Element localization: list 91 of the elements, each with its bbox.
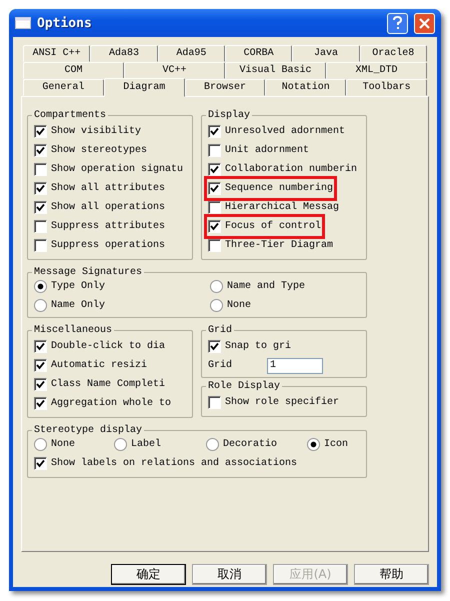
radio-label: None [227, 300, 252, 311]
checkbox-label: Show all operations [51, 202, 166, 213]
radio-label: None [51, 439, 76, 450]
checkbox-label: Automatic resizi [51, 360, 148, 371]
group-title: Stereotype display [33, 425, 144, 436]
group-title: Miscellaneous [33, 325, 114, 336]
checkbox-label: Double-click to dia [51, 341, 166, 352]
help-icon [392, 16, 403, 30]
close-icon [419, 18, 430, 28]
checkbox[interactable] [208, 182, 221, 195]
tab[interactable]: Oracle8 [360, 45, 427, 62]
checkbox-label: Sequence numbering [225, 183, 334, 194]
checkbox[interactable] [34, 163, 47, 176]
checkbox[interactable] [34, 144, 47, 157]
checkbox-label: Show operation signatu [51, 164, 184, 175]
checkbox-label: Show visibility [51, 126, 142, 137]
tab[interactable]: COM [23, 62, 124, 79]
checkbox-label: Focus of control [225, 221, 322, 232]
checkbox[interactable] [34, 182, 47, 195]
radio-label: Name and Type [227, 281, 306, 292]
group-title: Compartments [33, 110, 108, 121]
tab[interactable]: Toolbars [346, 79, 427, 96]
checkbox-label: Three-Tier Diagram [225, 240, 334, 251]
checkbox[interactable] [34, 125, 47, 138]
radio-button[interactable] [114, 438, 127, 451]
checkbox-label: Snap to gri [225, 341, 292, 352]
group-title: Display [207, 110, 252, 121]
radio-button[interactable] [34, 280, 47, 293]
tab[interactable]: Ada83 [90, 45, 158, 62]
tab[interactable]: VC++ [124, 62, 225, 79]
tab[interactable]: Browser [184, 79, 266, 96]
group-title: Grid [207, 325, 234, 336]
checkbox-label: Class Name Completi [51, 379, 166, 390]
checkbox[interactable] [208, 163, 221, 176]
radio-label: Label [131, 439, 162, 450]
checkbox[interactable] [208, 396, 221, 409]
checkbox-label: Hierarchical Messag [225, 202, 340, 213]
window-title: Options [37, 16, 93, 30]
radio-button[interactable] [206, 438, 219, 451]
grid-size-field[interactable]: 1 [267, 358, 323, 374]
tab[interactable]: General [23, 79, 104, 96]
checkbox[interactable] [34, 201, 47, 214]
checkbox-label: Suppress operations [51, 240, 166, 251]
radio-label: Name Only [51, 300, 106, 311]
tab[interactable]: Notation [265, 79, 346, 96]
tab[interactable]: Visual Basic [225, 62, 326, 79]
radio-label: Decoratio [223, 439, 278, 450]
checkbox-label: Show all attributes [51, 183, 166, 194]
checkbox[interactable] [34, 220, 47, 233]
checkbox[interactable] [208, 201, 221, 214]
window-icon [15, 17, 31, 29]
checkbox[interactable] [208, 239, 221, 252]
radio-button[interactable] [210, 280, 223, 293]
radio-label: Icon [324, 439, 348, 450]
radio-button[interactable] [307, 438, 320, 451]
checkbox-label: Show role specifier [225, 397, 340, 408]
checkbox[interactable] [208, 125, 221, 138]
checkbox[interactable] [34, 457, 47, 470]
radio-button[interactable] [210, 299, 223, 312]
grid-size-label: Grid [208, 360, 234, 371]
radio-button[interactable] [34, 438, 47, 451]
checkbox[interactable] [34, 359, 47, 372]
checkbox-label: Suppress attributes [51, 221, 166, 232]
checkbox[interactable] [34, 397, 47, 410]
checkbox[interactable] [34, 239, 47, 252]
tab[interactable]: CORBA [224, 45, 292, 62]
radio-button[interactable] [34, 299, 47, 312]
checkbox[interactable] [208, 220, 221, 233]
checkbox-label: Aggregation whole to [51, 398, 172, 409]
checkbox[interactable] [34, 340, 47, 353]
checkbox-label: Collaboration numberin [225, 164, 358, 175]
checkbox[interactable] [34, 378, 47, 391]
checkbox[interactable] [208, 144, 221, 157]
checkbox-label: Unresolved adornment [225, 126, 346, 137]
checkbox-label: Show labels on relations and associations [51, 458, 298, 469]
tab[interactable]: Ada95 [158, 45, 225, 62]
checkbox[interactable] [208, 340, 221, 353]
checkbox-label: Unit adornment [225, 145, 310, 156]
checkbox-label: Show stereotypes [51, 145, 148, 156]
dialog-button[interactable]: 确定 [111, 564, 186, 585]
tab[interactable]: XML_DTD [326, 62, 427, 79]
group-title: Role Display [207, 381, 282, 392]
close-button[interactable] [414, 12, 435, 34]
radio-label: Type Only [51, 281, 106, 292]
dialog-button[interactable]: 取消 [192, 564, 267, 585]
group-title: Message Signatures [33, 267, 144, 278]
tab[interactable]: ANSI C++ [23, 45, 90, 62]
dialog-button[interactable]: 帮助 [354, 564, 429, 585]
tab[interactable]: Diagram [104, 78, 185, 97]
help-button[interactable] [387, 12, 408, 34]
tab[interactable]: Java [292, 45, 360, 62]
